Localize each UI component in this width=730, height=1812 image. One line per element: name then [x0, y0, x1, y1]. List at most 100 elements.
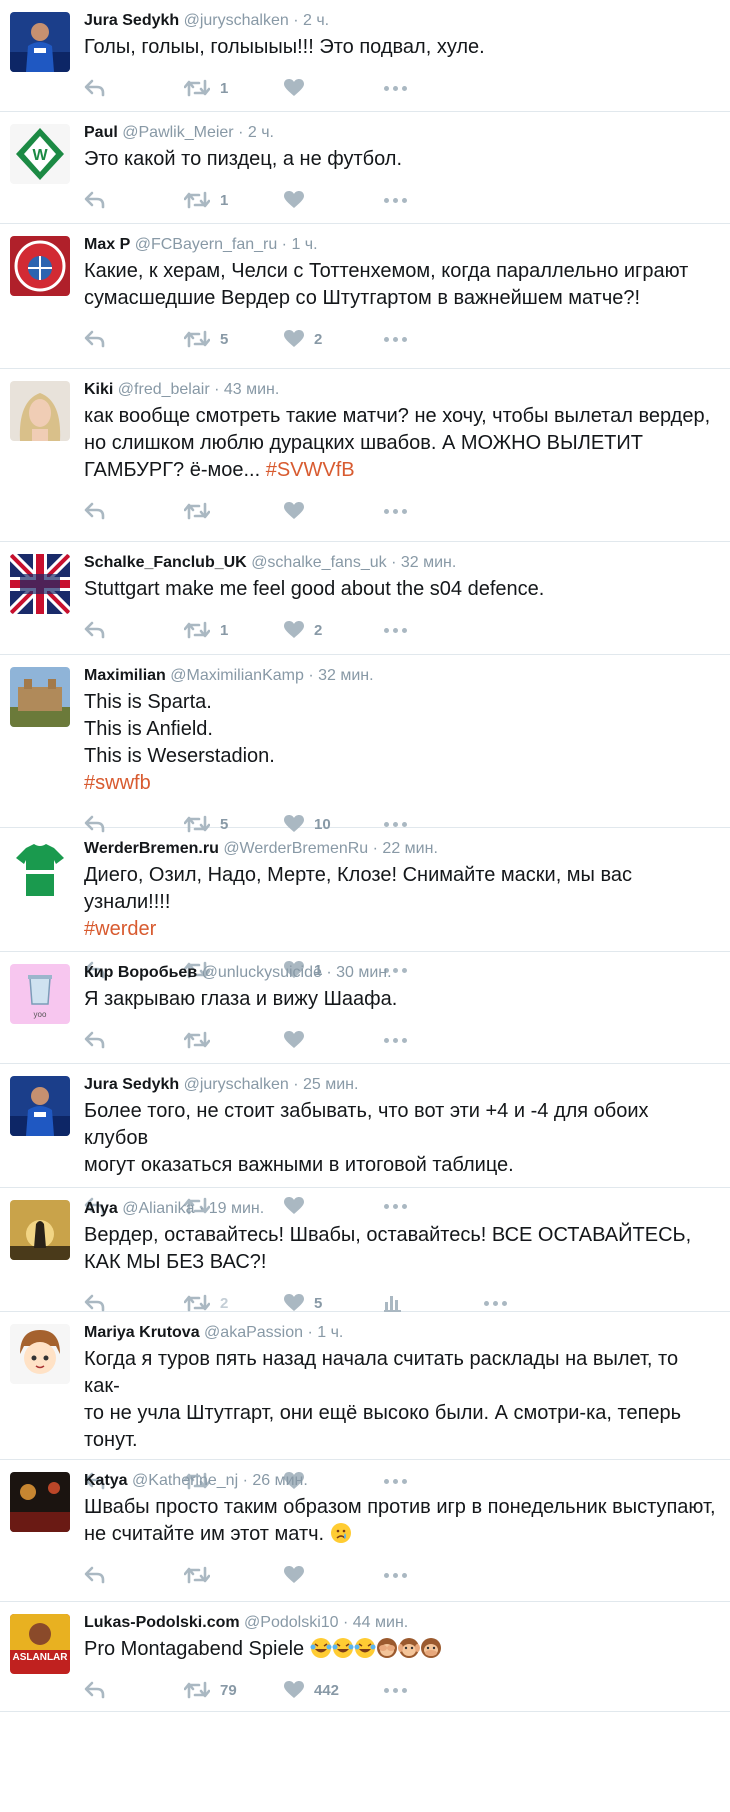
user-name[interactable]: Lukas-Podolski.com — [84, 1614, 240, 1631]
like-button[interactable]: 2 — [284, 621, 384, 639]
more-options-button[interactable] — [384, 1037, 407, 1043]
user-handle[interactable]: @juryschalken — [184, 12, 289, 29]
user-handle[interactable]: @Katherine_nj — [132, 1472, 238, 1489]
user-handle[interactable]: @fred_belair — [118, 381, 210, 398]
avatar[interactable]: yoo — [10, 964, 70, 1024]
timestamp[interactable]: 32 мин. — [401, 554, 456, 571]
reply-button[interactable] — [84, 1294, 184, 1312]
reply-button[interactable] — [84, 1031, 184, 1049]
user-name[interactable]: Jura Sedykh — [84, 12, 179, 29]
reply-button[interactable] — [84, 502, 184, 520]
retweet-button[interactable]: 1 — [184, 621, 284, 639]
avatar[interactable] — [10, 1200, 70, 1260]
user-name[interactable]: Max P — [84, 236, 130, 253]
tweet[interactable]: Alya @Alianika · 19 мин. Вердер, оставайт… — [0, 1188, 730, 1312]
avatar[interactable] — [10, 236, 70, 296]
more-options-button[interactable] — [384, 1572, 407, 1578]
user-handle[interactable]: @MaximilianKamp — [170, 667, 304, 684]
more-options-button[interactable] — [384, 627, 407, 633]
analytics-button[interactable] — [384, 1294, 484, 1312]
retweet-button[interactable]: 79 — [184, 1681, 284, 1699]
retweet-button[interactable]: 2 — [184, 1294, 284, 1312]
avatar[interactable]: ASLANLAR — [10, 1614, 70, 1674]
user-name[interactable]: Кир Воробьев — [84, 964, 197, 981]
user-handle[interactable]: @FCBayern_fan_ru — [135, 236, 278, 253]
like-button[interactable] — [284, 1566, 384, 1584]
hashtag-link[interactable]: #werder — [84, 918, 156, 940]
avatar[interactable]: W — [10, 124, 70, 184]
reply-button[interactable] — [84, 330, 184, 348]
like-button[interactable] — [284, 191, 384, 209]
hashtag-link[interactable]: #SVWVfB — [266, 459, 355, 481]
tweet[interactable]: Katya @Katherine_nj · 26 мин. Швабы прост… — [0, 1460, 730, 1602]
user-handle[interactable]: @Alianika — [122, 1200, 194, 1217]
timestamp[interactable]: 22 мин. — [382, 840, 437, 857]
tweet[interactable]: Maximilian @MaximilianKamp · 32 мин. This… — [0, 655, 730, 833]
user-handle[interactable]: @Podolski10 — [244, 1614, 339, 1631]
tweet[interactable]: WerderBremen.ru @WerderBremenRu · 22 мин… — [0, 828, 730, 979]
avatar[interactable] — [10, 1076, 70, 1136]
more-options-button[interactable] — [384, 85, 407, 91]
timestamp[interactable]: 32 мин. — [318, 667, 373, 684]
user-name[interactable]: WerderBremen.ru — [84, 840, 219, 857]
user-handle[interactable]: @WerderBremenRu — [223, 840, 368, 857]
tweet[interactable]: yoo Кир Воробьев @unluckysuicide · 30 мин… — [0, 952, 730, 1064]
user-handle[interactable]: @juryschalken — [184, 1076, 289, 1093]
tweet[interactable]: Kiki @fred_belair · 43 мин. как вообще см… — [0, 369, 730, 542]
timestamp[interactable]: 2 ч. — [248, 124, 274, 141]
timestamp[interactable]: 1 ч. — [291, 236, 317, 253]
more-options-button[interactable] — [384, 508, 407, 514]
user-name[interactable]: Schalke_Fanclub_UK — [84, 554, 247, 571]
tweet[interactable]: Jura Sedykh @juryschalken · 25 мин. Более… — [0, 1064, 730, 1215]
user-name[interactable]: Paul — [84, 124, 118, 141]
retweet-button[interactable]: 1 — [184, 79, 284, 97]
avatar[interactable] — [10, 381, 70, 441]
timestamp[interactable]: 43 мин. — [224, 381, 279, 398]
like-button[interactable]: 442 — [284, 1681, 384, 1699]
reply-button[interactable] — [84, 79, 184, 97]
reply-button[interactable] — [84, 1566, 184, 1584]
timestamp[interactable]: 2 ч. — [303, 12, 329, 29]
reply-button[interactable] — [84, 1681, 184, 1699]
hashtag-link[interactable]: #swwfb — [84, 772, 151, 794]
timestamp[interactable]: 44 мин. — [353, 1614, 408, 1631]
avatar[interactable] — [10, 667, 70, 727]
timestamp[interactable]: 1 ч. — [317, 1324, 343, 1341]
user-name[interactable]: Mariya Krutova — [84, 1324, 200, 1341]
avatar[interactable] — [10, 554, 70, 614]
tweet[interactable]: Jura Sedykh @juryschalken · 2 ч. Голы, го… — [0, 0, 730, 112]
retweet-button[interactable] — [184, 1031, 284, 1049]
retweet-button[interactable]: 1 — [184, 191, 284, 209]
reply-button[interactable] — [84, 191, 184, 209]
retweet-button[interactable]: 5 — [184, 330, 284, 348]
timestamp[interactable]: 26 мин. — [252, 1472, 307, 1489]
user-name[interactable]: Jura Sedykh — [84, 1076, 179, 1093]
like-button[interactable] — [284, 1031, 384, 1049]
tweet[interactable]: Max P @FCBayern_fan_ru · 1 ч. Какие, к хе… — [0, 224, 730, 369]
user-name[interactable]: Maximilian — [84, 667, 166, 684]
more-options-button[interactable] — [384, 821, 407, 827]
user-handle[interactable]: @unluckysuicide — [202, 964, 322, 981]
more-options-button[interactable] — [384, 336, 407, 342]
avatar[interactable] — [10, 1472, 70, 1532]
more-options-button[interactable] — [484, 1300, 507, 1306]
timestamp[interactable]: 25 мин. — [303, 1076, 358, 1093]
avatar[interactable] — [10, 840, 70, 900]
like-button[interactable]: 2 — [284, 330, 384, 348]
user-name[interactable]: Kiki — [84, 381, 113, 398]
user-name[interactable]: Alya — [84, 1200, 118, 1217]
tweet[interactable]: Mariya Krutova @akaPassion · 1 ч. Когда я… — [0, 1312, 730, 1490]
tweet[interactable]: Schalke_Fanclub_UK @schalke_fans_uk · 32… — [0, 542, 730, 655]
like-button[interactable] — [284, 502, 384, 520]
user-handle[interactable]: @Pawlik_Meier — [122, 124, 233, 141]
user-handle[interactable]: @schalke_fans_uk — [251, 554, 386, 571]
avatar[interactable] — [10, 1324, 70, 1384]
user-name[interactable]: Katya — [84, 1472, 128, 1489]
reply-button[interactable] — [84, 621, 184, 639]
like-button[interactable] — [284, 79, 384, 97]
timestamp[interactable]: 19 мин. — [209, 1200, 264, 1217]
more-options-button[interactable] — [384, 197, 407, 203]
user-handle[interactable]: @akaPassion — [204, 1324, 303, 1341]
retweet-button[interactable] — [184, 502, 284, 520]
like-button[interactable]: 5 — [284, 1294, 384, 1312]
